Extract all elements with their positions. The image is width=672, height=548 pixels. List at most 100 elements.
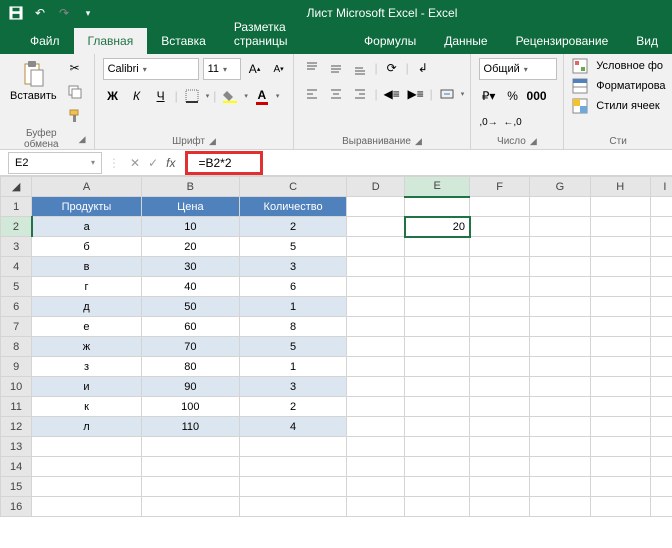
comma-icon[interactable]: 000: [527, 86, 547, 106]
tab-home[interactable]: Главная: [74, 28, 148, 54]
tab-review[interactable]: Рецензирование: [502, 28, 623, 54]
redo-icon[interactable]: ↷: [54, 3, 74, 23]
cell[interactable]: [470, 317, 530, 337]
cell[interactable]: ж: [32, 337, 141, 357]
cell[interactable]: [650, 417, 672, 437]
cell[interactable]: [470, 237, 530, 257]
column-header[interactable]: H: [590, 177, 650, 197]
cell[interactable]: [405, 317, 470, 337]
cell[interactable]: 90: [141, 377, 239, 397]
cell[interactable]: [32, 497, 141, 517]
cell[interactable]: [470, 277, 530, 297]
cell[interactable]: [405, 277, 470, 297]
cell[interactable]: [650, 497, 672, 517]
cell[interactable]: [650, 197, 672, 217]
cell[interactable]: 20: [141, 237, 239, 257]
cell[interactable]: [405, 417, 470, 437]
cell[interactable]: [347, 397, 405, 417]
cell[interactable]: [405, 257, 470, 277]
cell[interactable]: [530, 277, 590, 297]
undo-icon[interactable]: ↶: [30, 3, 50, 23]
align-center-icon[interactable]: [326, 84, 346, 104]
bold-button[interactable]: Ж: [103, 86, 123, 106]
cell[interactable]: [650, 277, 672, 297]
font-name-combo[interactable]: Calibri▾: [103, 58, 199, 80]
cell[interactable]: [347, 437, 405, 457]
cell[interactable]: [347, 257, 405, 277]
cell[interactable]: [405, 457, 470, 477]
cell[interactable]: [530, 197, 590, 217]
cell[interactable]: [405, 497, 470, 517]
column-header[interactable]: B: [141, 177, 239, 197]
cell[interactable]: [405, 437, 470, 457]
cell[interactable]: [650, 377, 672, 397]
underline-button[interactable]: Ч: [151, 86, 171, 106]
cell[interactable]: з: [32, 357, 141, 377]
cell[interactable]: [590, 437, 650, 457]
cell[interactable]: [347, 417, 405, 437]
cell[interactable]: 5: [239, 237, 346, 257]
row-header[interactable]: 2: [1, 217, 32, 237]
cell[interactable]: е: [32, 317, 141, 337]
cell[interactable]: 50: [141, 297, 239, 317]
cell[interactable]: [347, 337, 405, 357]
cell[interactable]: [590, 257, 650, 277]
cell[interactable]: [470, 377, 530, 397]
border-icon[interactable]: [182, 86, 202, 106]
font-launcher-icon[interactable]: ◢: [209, 136, 216, 147]
cell[interactable]: [470, 437, 530, 457]
cell[interactable]: [590, 417, 650, 437]
cell[interactable]: [405, 477, 470, 497]
cell[interactable]: [347, 317, 405, 337]
decrease-font-icon[interactable]: A▾: [269, 59, 289, 79]
cell[interactable]: [530, 397, 590, 417]
cell[interactable]: [650, 217, 672, 237]
cell[interactable]: [650, 357, 672, 377]
currency-icon[interactable]: ₽▾: [479, 86, 499, 106]
wrap-text-icon[interactable]: ↲: [413, 58, 433, 78]
cell[interactable]: [347, 357, 405, 377]
cell[interactable]: [590, 317, 650, 337]
format-painter-icon[interactable]: [65, 106, 85, 126]
cell[interactable]: [650, 337, 672, 357]
tab-formulas[interactable]: Формулы: [350, 28, 430, 54]
paste-button[interactable]: Вставить: [8, 58, 59, 104]
cell[interactable]: [470, 337, 530, 357]
align-launcher-icon[interactable]: ◢: [415, 136, 422, 147]
tab-data[interactable]: Данные: [430, 28, 501, 54]
cell[interactable]: [530, 477, 590, 497]
cell[interactable]: 30: [141, 257, 239, 277]
cell[interactable]: [470, 457, 530, 477]
row-header[interactable]: 1: [1, 197, 32, 217]
cell[interactable]: [650, 297, 672, 317]
format-table-button[interactable]: Форматирова: [572, 78, 665, 94]
fx-icon[interactable]: fx: [166, 156, 175, 170]
tab-view[interactable]: Вид: [622, 28, 672, 54]
tab-file[interactable]: Файл: [16, 28, 74, 54]
italic-button[interactable]: К: [127, 86, 147, 106]
cell[interactable]: 5: [239, 337, 346, 357]
cell[interactable]: [590, 397, 650, 417]
cell[interactable]: [32, 477, 141, 497]
cell[interactable]: 8: [239, 317, 346, 337]
font-color-icon[interactable]: A: [252, 86, 272, 106]
accept-formula-icon[interactable]: ✓: [148, 156, 158, 170]
cell[interactable]: [347, 237, 405, 257]
align-top-icon[interactable]: [302, 58, 322, 78]
tab-layout[interactable]: Разметка страницы: [220, 14, 350, 54]
cell[interactable]: [405, 377, 470, 397]
formula-input[interactable]: =B2*2: [185, 151, 263, 175]
cell[interactable]: 2: [239, 217, 346, 237]
cell[interactable]: [405, 337, 470, 357]
cell[interactable]: [530, 237, 590, 257]
merge-icon[interactable]: [437, 84, 457, 104]
cell[interactable]: [239, 497, 346, 517]
cell[interactable]: л: [32, 417, 141, 437]
cell[interactable]: [470, 477, 530, 497]
cell[interactable]: [530, 297, 590, 317]
row-header[interactable]: 13: [1, 437, 32, 457]
cell[interactable]: 100: [141, 397, 239, 417]
increase-decimal-icon[interactable]: ,0→: [479, 112, 499, 132]
cell[interactable]: Количество: [239, 197, 346, 217]
cell[interactable]: 20: [405, 217, 470, 237]
